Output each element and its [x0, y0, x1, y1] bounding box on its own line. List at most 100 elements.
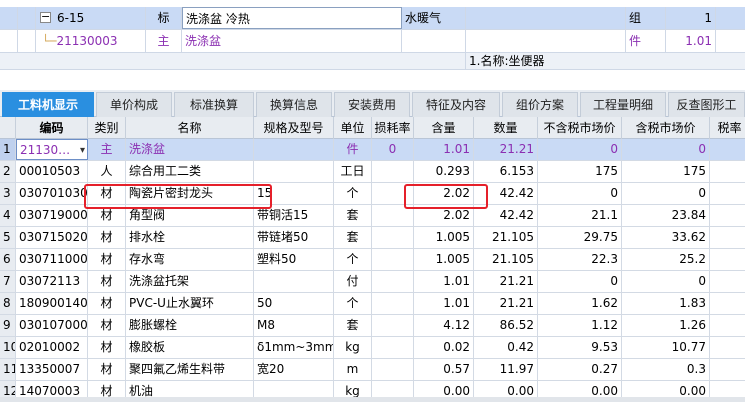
table-row[interactable]: 9 0301070006 材膨胀螺栓 M8 套 4.12 86.52 1.12 1.26	[0, 315, 745, 337]
header-name[interactable]: 名称	[126, 117, 254, 139]
cell-name[interactable]: 陶瓷片密封龙头	[126, 183, 254, 204]
collapse-icon[interactable]: −	[40, 11, 51, 23]
cell-unit[interactable]: 付	[334, 271, 372, 292]
header-code[interactable]: 编码	[16, 117, 88, 139]
cell-code[interactable]: 0307110003	[16, 249, 88, 270]
cell-spec[interactable]: 宽20	[254, 359, 334, 380]
table-row[interactable]: 4 0307190002 材角型阀 带铜活15 套 2.02 42.42 21.1 23.84	[0, 205, 745, 227]
cell-spec[interactable]: 15	[254, 183, 334, 204]
tab-install-fees[interactable]: 安装费用	[334, 92, 410, 117]
cell-type[interactable]: 主	[88, 139, 126, 160]
cell-tax-rate[interactable]	[710, 337, 745, 358]
cell-spec[interactable]: 带链堵50	[254, 227, 334, 248]
cell-code[interactable]: 03072113	[16, 271, 88, 292]
cell-price-incl-tax[interactable]: 25.2	[622, 249, 710, 270]
cell-unit[interactable]: kg	[334, 337, 372, 358]
tab-features-content[interactable]: 特征及内容	[412, 92, 500, 117]
cell-name[interactable]: 洗涤盆	[126, 139, 254, 160]
cell-quantity[interactable]: 42.42	[474, 205, 538, 226]
cell-loss-rate[interactable]	[372, 315, 414, 336]
cell-tax-rate[interactable]	[710, 139, 745, 160]
cell-unit[interactable]: 个	[334, 183, 372, 204]
cell-code[interactable]: 1809001401	[16, 293, 88, 314]
cell-name[interactable]: 橡胶板	[126, 337, 254, 358]
cell-quantity[interactable]: 42.42	[474, 183, 538, 204]
cell-type[interactable]: 材	[88, 337, 126, 358]
cell-content[interactable]: 2.02	[414, 205, 474, 226]
cell-unit[interactable]: 个	[334, 293, 372, 314]
cell-unit[interactable]: 件	[334, 139, 372, 160]
cell-price-incl-tax[interactable]: 23.84	[622, 205, 710, 226]
cell-name[interactable]: 角型阀	[126, 205, 254, 226]
cell-type[interactable]: 材	[88, 249, 126, 270]
cell-name[interactable]: PVC-U止水翼环	[126, 293, 254, 314]
cell-type[interactable]: 材	[88, 183, 126, 204]
cell-price-excl-tax[interactable]: 22.3	[538, 249, 622, 270]
cell-content[interactable]: 1.01	[414, 271, 474, 292]
cell-spec[interactable]	[254, 271, 334, 292]
cell-quantity[interactable]: 11.97	[474, 359, 538, 380]
cell-type[interactable]: 材	[88, 293, 126, 314]
cell-name[interactable]: 膨胀螺栓	[126, 315, 254, 336]
cell-content[interactable]: 0.293	[414, 161, 474, 182]
table-row[interactable]: 8 1809001401 材 PVC-U止水翼环 50 个 1.01 21.21 1.62 1.8…	[0, 293, 745, 315]
cell-price-excl-tax[interactable]: 175	[538, 161, 622, 182]
cell-price-incl-tax[interactable]: 10.77	[622, 337, 710, 358]
cell-code[interactable]: 0307010302	[16, 183, 88, 204]
cell-loss-rate[interactable]	[372, 205, 414, 226]
table-row[interactable]: 1002010002材橡胶板δ1mm~3mmkg 0.020.429.5310.7…	[0, 337, 745, 359]
table-row[interactable]: 5 0307150204 材排水栓 带链堵50 套 1.005 21.105 29.75 33.…	[0, 227, 745, 249]
cell-spec[interactable]	[254, 139, 334, 160]
cell-price-excl-tax[interactable]: 0	[538, 139, 622, 160]
cell-unit[interactable]: 套	[334, 205, 372, 226]
cell-name[interactable]: 排水栓	[126, 227, 254, 248]
header-content[interactable]: 含量	[414, 117, 474, 139]
cell-quantity[interactable]: 21.21	[474, 271, 538, 292]
cell-code[interactable]: 02010002	[16, 337, 88, 358]
cell-name[interactable]: 聚四氟乙烯生料带	[126, 359, 254, 380]
cell-price-excl-tax[interactable]: 0	[538, 271, 622, 292]
tab-standard-conversion[interactable]: 标准换算	[174, 92, 254, 117]
cell-quantity[interactable]: 0.42	[474, 337, 538, 358]
cell-content[interactable]: 1.01	[414, 293, 474, 314]
cell-price-excl-tax[interactable]: 29.75	[538, 227, 622, 248]
cell-spec[interactable]: δ1mm~3mm	[254, 337, 334, 358]
top-row-6-15[interactable]: − 6-15 标 洗涤盆 冷热 水暖气 组 1	[0, 7, 745, 30]
cell-quantity[interactable]: 21.105	[474, 227, 538, 248]
cell-content[interactable]: 1.005	[414, 227, 474, 248]
dropdown-arrow-icon[interactable]: ▾	[80, 140, 85, 159]
cell-quantity[interactable]: 86.52	[474, 315, 538, 336]
header-unit[interactable]: 单位	[334, 117, 372, 139]
cell-content[interactable]: 1.005	[414, 249, 474, 270]
top-row-21130003[interactable]: └─21130003 主 洗涤盆 件 1.01	[0, 30, 745, 53]
cell-loss-rate[interactable]	[372, 227, 414, 248]
cell-tax-rate[interactable]	[710, 161, 745, 182]
tab-quantity-details[interactable]: 工程量明细	[580, 92, 666, 117]
cell-price-incl-tax[interactable]: 0.3	[622, 359, 710, 380]
cell-content[interactable]: 4.12	[414, 315, 474, 336]
cell-price-incl-tax[interactable]: 33.62	[622, 227, 710, 248]
cell-content[interactable]: 2.02	[414, 183, 474, 204]
cell-unit[interactable]: 套	[334, 227, 372, 248]
cell-unit[interactable]: 套	[334, 315, 372, 336]
cell-content[interactable]: 0.57	[414, 359, 474, 380]
cell-type[interactable]: 材	[88, 359, 126, 380]
cell-price-incl-tax[interactable]: 0	[622, 271, 710, 292]
table-row[interactable]: 7 03072113 材洗涤盆托架付 1.01 21.21 0 0	[0, 271, 745, 293]
cell-spec[interactable]: 带铜活15	[254, 205, 334, 226]
cell-code[interactable]: 0307150204	[16, 227, 88, 248]
header-loss-rate[interactable]: 损耗率	[372, 117, 414, 139]
cell-quantity[interactable]: 21.105	[474, 249, 538, 270]
cell-content[interactable]: 0.02	[414, 337, 474, 358]
cell-price-incl-tax[interactable]: 0	[622, 139, 710, 160]
cell-code[interactable]: 0301070006	[16, 315, 88, 336]
cell-loss-rate[interactable]	[372, 293, 414, 314]
header-spec[interactable]: 规格及型号	[254, 117, 334, 139]
cell-price-excl-tax[interactable]: 0	[538, 183, 622, 204]
cell-name[interactable]: 综合用工二类	[126, 161, 254, 182]
header-type[interactable]: 类别	[88, 117, 126, 139]
cell-loss-rate[interactable]	[372, 337, 414, 358]
cell-type[interactable]: 人	[88, 161, 126, 182]
table-row[interactable]: 2 00010503 人综合用工二类 工日 0.293 6.153 175 175	[0, 161, 745, 183]
cell-code[interactable]: 0307190002	[16, 205, 88, 226]
